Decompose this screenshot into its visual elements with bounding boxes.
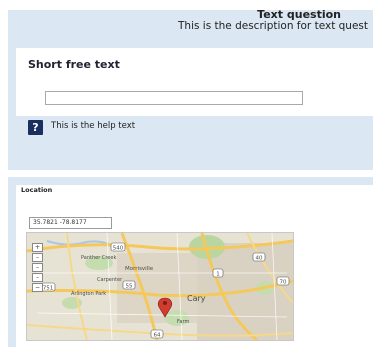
map-zoom-out-button[interactable]: −: [32, 283, 43, 292]
short-free-text-label: Short free text: [28, 58, 120, 71]
svg-text:40: 40: [256, 256, 263, 262]
location-label: Location: [21, 186, 53, 194]
route-shield-1: 1: [212, 268, 224, 278]
place-label: Cary: [187, 294, 206, 303]
route-shield-40: 40: [252, 252, 266, 262]
map-zoom-slider-tick[interactable]: –: [32, 273, 43, 282]
svg-text:751: 751: [43, 286, 54, 292]
coordinates-field[interactable]: 35.7821 -78.8177: [29, 217, 112, 229]
svg-text:1: 1: [216, 272, 220, 278]
question-frame: Text question This is the description fo…: [8, 0, 373, 347]
map-zoom-slider-tick[interactable]: –: [32, 263, 43, 272]
route-shield-64: 64: [150, 329, 164, 339]
route-shield-751: 751: [40, 282, 56, 292]
place-label: Carpenter: [97, 277, 123, 283]
question-description: This is the description for text quest: [178, 20, 369, 32]
route-shield-55: 55: [122, 280, 136, 290]
svg-text:55: 55: [126, 284, 133, 290]
map-zoom-control: + – – – −: [32, 243, 43, 295]
svg-text:64: 64: [154, 333, 161, 339]
svg-text:540: 540: [113, 246, 124, 252]
map-zoom-in-button[interactable]: +: [32, 243, 43, 252]
map-canvas[interactable]: 540 55 751 64 70 40 1 Cary Morrisville C…: [27, 233, 293, 340]
route-shield-70: 70: [276, 276, 290, 286]
help-text: This is the help text: [51, 121, 136, 131]
svg-text:70: 70: [280, 280, 287, 286]
place-label: Panther Creek: [81, 255, 116, 261]
place-label: Morrisville: [125, 266, 154, 272]
question-icon[interactable]: ?: [28, 120, 43, 135]
place-label: Arlington Park: [71, 291, 106, 297]
route-shield-540: 540: [110, 242, 126, 252]
map-zoom-slider-tick[interactable]: –: [32, 253, 43, 262]
map-view[interactable]: 540 55 751 64 70 40 1 Cary Morrisville C…: [26, 232, 294, 341]
place-label: Farm: [177, 319, 189, 325]
short-free-text-input[interactable]: [45, 91, 303, 105]
